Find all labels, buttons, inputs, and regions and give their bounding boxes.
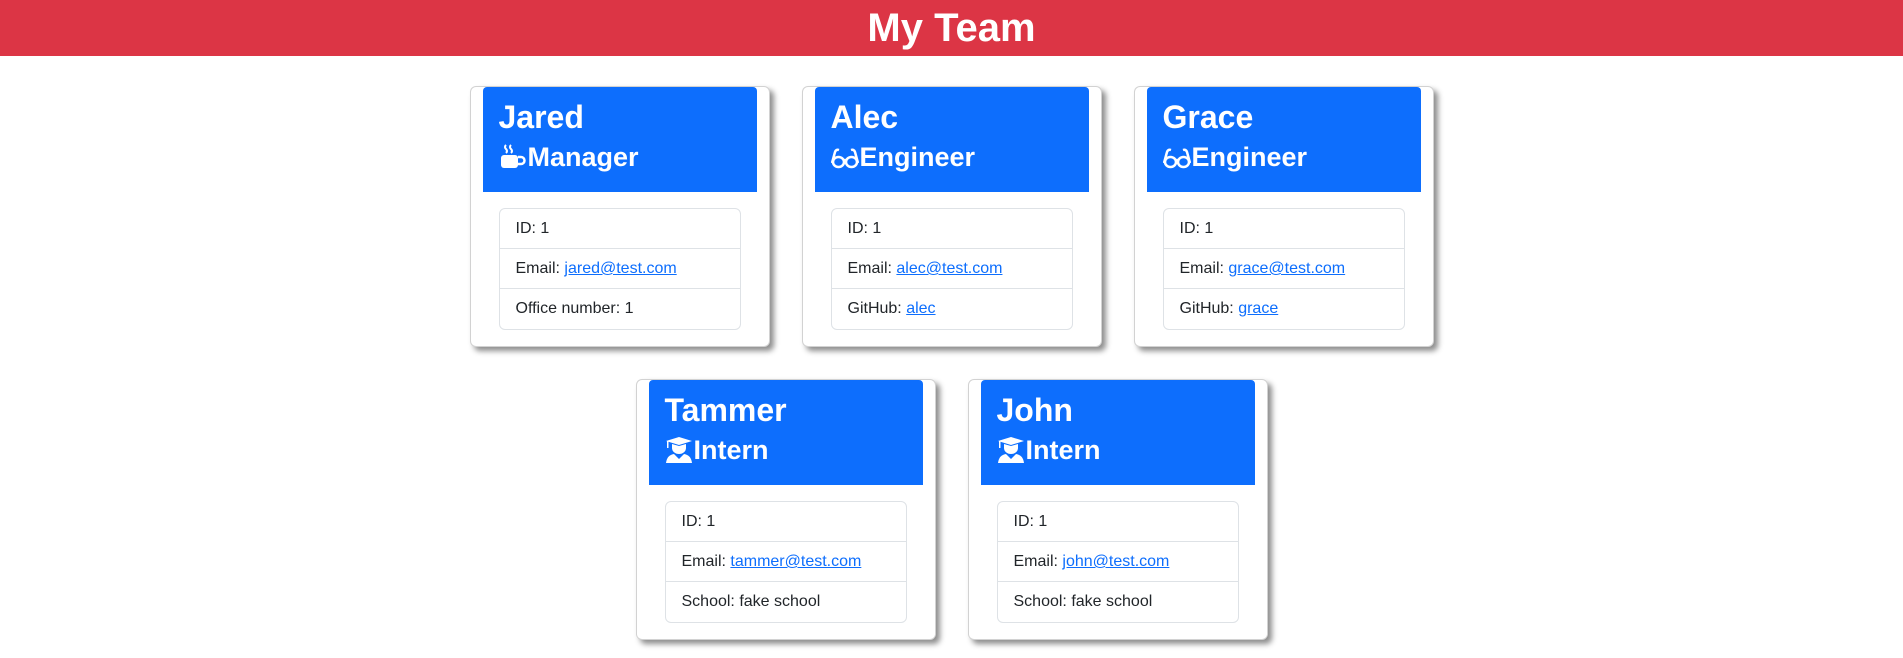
- school-label: School:: [1013, 593, 1067, 610]
- email-link[interactable]: grace@test.com: [1228, 260, 1345, 277]
- office-number-value: 1: [624, 300, 634, 317]
- role-label: Engineer: [1191, 142, 1308, 172]
- email-item: Email: john@test.com: [997, 542, 1238, 582]
- employee-card: Grace Engineer ID: 1 Email: grace@test.c…: [1133, 86, 1434, 347]
- id-label: ID:: [515, 220, 536, 237]
- email-label: Email:: [515, 260, 560, 277]
- id-label: ID:: [681, 513, 702, 530]
- id-item: ID: 1: [665, 502, 906, 542]
- school-value: fake school: [1071, 593, 1153, 610]
- github-link[interactable]: grace: [1238, 300, 1278, 317]
- employee-role: Intern: [997, 432, 1239, 468]
- card-body: ID: 1 Email: alec@test.com GitHub: alec: [815, 192, 1089, 330]
- email-link[interactable]: john@test.com: [1062, 553, 1169, 570]
- card-header: Alec Engineer: [814, 87, 1089, 192]
- github-item: GitHub: alec: [832, 289, 1072, 329]
- email-link[interactable]: jared@test.com: [564, 260, 676, 277]
- info-list: ID: 1 Email: grace@test.com GitHub: grac…: [1162, 208, 1405, 330]
- employee-card: Jared Manager ID: 1 Email: jared@test.co…: [469, 86, 770, 347]
- employee-role: Engineer: [830, 139, 1073, 175]
- card-body: ID: 1 Email: tammer@test.com School: fak…: [649, 485, 923, 623]
- role-label: Engineer: [859, 142, 976, 172]
- school-item: School: fake school: [998, 582, 1238, 622]
- school-value: fake school: [739, 593, 821, 610]
- id-item: ID: 1: [997, 502, 1238, 542]
- github-label: GitHub:: [847, 300, 902, 317]
- card-header: Tammer Intern: [648, 380, 923, 485]
- employee-name: Grace: [1162, 99, 1254, 135]
- employee-role: Intern: [665, 432, 907, 468]
- email-label: Email:: [847, 260, 892, 277]
- mug-hot-icon: [499, 143, 527, 171]
- role-label: Intern: [693, 435, 769, 465]
- school-label: School:: [681, 593, 735, 610]
- info-list: ID: 1 Email: tammer@test.com School: fak…: [664, 501, 907, 623]
- email-label: Email:: [1013, 553, 1058, 570]
- id-item: ID: 1: [499, 209, 740, 249]
- email-item: Email: alec@test.com: [831, 249, 1072, 289]
- card-body: ID: 1 Email: grace@test.com GitHub: grac…: [1147, 192, 1421, 330]
- email-item: Email: jared@test.com: [499, 249, 740, 289]
- graduate-icon: [665, 436, 693, 464]
- github-link[interactable]: alec: [906, 300, 935, 317]
- id-value: 1: [1038, 513, 1048, 530]
- office-number-item: Office number: 1: [500, 289, 740, 329]
- card-header: Jared Manager: [482, 87, 757, 192]
- team-row: Jared Manager ID: 1 Email: jared@test.co…: [0, 86, 1903, 347]
- employee-role: Manager: [499, 139, 741, 175]
- id-item: ID: 1: [831, 209, 1072, 249]
- employee-name: John: [996, 392, 1073, 428]
- id-value: 1: [1204, 220, 1214, 237]
- employee-role: Engineer: [1162, 139, 1405, 175]
- employee-card: Tammer Intern ID: 1 Email: tammer@test.c…: [635, 379, 936, 640]
- id-label: ID:: [1179, 220, 1200, 237]
- card-header: Grace Engineer: [1146, 87, 1421, 192]
- email-link[interactable]: alec@test.com: [896, 260, 1002, 277]
- employee-name: Alec: [830, 99, 899, 135]
- id-value: 1: [706, 513, 716, 530]
- id-label: ID:: [847, 220, 868, 237]
- id-value: 1: [872, 220, 882, 237]
- school-item: School: fake school: [666, 582, 906, 622]
- info-list: ID: 1 Email: jared@test.com Office numbe…: [498, 208, 741, 330]
- role-label: Manager: [527, 142, 639, 172]
- email-label: Email:: [681, 553, 726, 570]
- graduate-icon: [997, 436, 1025, 464]
- role-label: Intern: [1025, 435, 1101, 465]
- card-body: ID: 1 Email: john@test.com School: fake …: [981, 485, 1255, 623]
- team-row: Tammer Intern ID: 1 Email: tammer@test.c…: [0, 379, 1903, 640]
- office-number-label: Office number:: [515, 300, 621, 317]
- employee-card: Alec Engineer ID: 1 Email: alec@test.com…: [801, 86, 1102, 347]
- employee-card: John Intern ID: 1 Email: john@test.com S…: [967, 379, 1268, 640]
- glasses-icon: [830, 143, 859, 171]
- card-body: ID: 1 Email: jared@test.com Office numbe…: [483, 192, 757, 330]
- info-list: ID: 1 Email: john@test.com School: fake …: [996, 501, 1239, 623]
- github-label: GitHub:: [1179, 300, 1234, 317]
- card-header: John Intern: [980, 380, 1255, 485]
- id-value: 1: [540, 220, 550, 237]
- glasses-icon: [1162, 143, 1191, 171]
- info-list: ID: 1 Email: alec@test.com GitHub: alec: [830, 208, 1073, 330]
- id-label: ID:: [1013, 513, 1034, 530]
- employee-name: Jared: [498, 99, 584, 135]
- email-item: Email: grace@test.com: [1163, 249, 1404, 289]
- email-label: Email:: [1179, 260, 1224, 277]
- header-bar: My Team: [0, 0, 1903, 56]
- employee-name: Tammer: [664, 392, 787, 428]
- page-title: My Team: [867, 6, 1036, 50]
- github-item: GitHub: grace: [1164, 289, 1404, 329]
- team-grid: Jared Manager ID: 1 Email: jared@test.co…: [0, 56, 1903, 658]
- id-item: ID: 1: [1163, 209, 1404, 249]
- email-item: Email: tammer@test.com: [665, 542, 906, 582]
- email-link[interactable]: tammer@test.com: [730, 553, 861, 570]
